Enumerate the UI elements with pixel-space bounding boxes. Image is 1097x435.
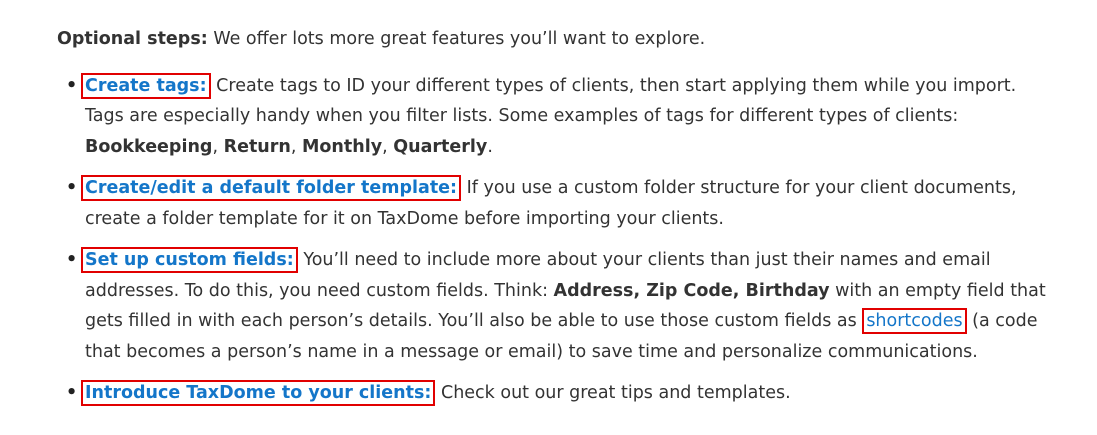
tag-monthly: Monthly bbox=[302, 136, 383, 157]
period: . bbox=[487, 136, 493, 157]
create-tags-link[interactable]: Create tags: bbox=[81, 72, 211, 99]
steps-list: • Create tags: Create tags to ID your di… bbox=[57, 71, 1097, 409]
tag-quarterly: Quarterly bbox=[393, 136, 488, 157]
intro-text: We offer lots more great features you’ll… bbox=[207, 29, 706, 49]
list-item-create-tags: • Create tags: Create tags to ID your di… bbox=[57, 71, 1060, 163]
optional-steps-section: Optional steps: We offer lots more great… bbox=[0, 0, 1097, 409]
intro-label: Optional steps: bbox=[57, 29, 208, 49]
tag-bookkeeping: Bookkeeping bbox=[85, 136, 213, 157]
list-item-custom-fields: • Set up custom fields: You’ll need to i… bbox=[57, 245, 1060, 367]
bullet: • bbox=[66, 178, 78, 198]
bullet: • bbox=[66, 250, 78, 270]
introduce-taxdome-link[interactable]: Introduce TaxDome to your clients: bbox=[81, 380, 436, 406]
custom-fields-link[interactable]: Set up custom fields: bbox=[81, 247, 298, 273]
separator: , bbox=[290, 136, 302, 157]
custom-fields-examples: Address, Zip Code, Birthday bbox=[553, 280, 830, 301]
tag-return: Return bbox=[223, 136, 291, 157]
separator: , bbox=[382, 136, 394, 157]
list-item-introduce-taxdome: • Introduce TaxDome to your clients: Che… bbox=[57, 378, 1060, 409]
separator: , bbox=[212, 136, 224, 157]
create-tags-text: Create tags to ID your different types o… bbox=[85, 75, 1017, 127]
bullet: • bbox=[66, 383, 78, 403]
shortcodes-link[interactable]: shortcodes bbox=[862, 308, 967, 334]
bullet: • bbox=[66, 75, 78, 96]
intro-paragraph: Optional steps: We offer lots more great… bbox=[57, 24, 1097, 55]
introduce-taxdome-text: Check out our great tips and templates. bbox=[435, 383, 791, 403]
folder-template-link[interactable]: Create/edit a default folder template: bbox=[81, 175, 462, 201]
list-item-folder-template: • Create/edit a default folder template:… bbox=[57, 173, 1060, 234]
